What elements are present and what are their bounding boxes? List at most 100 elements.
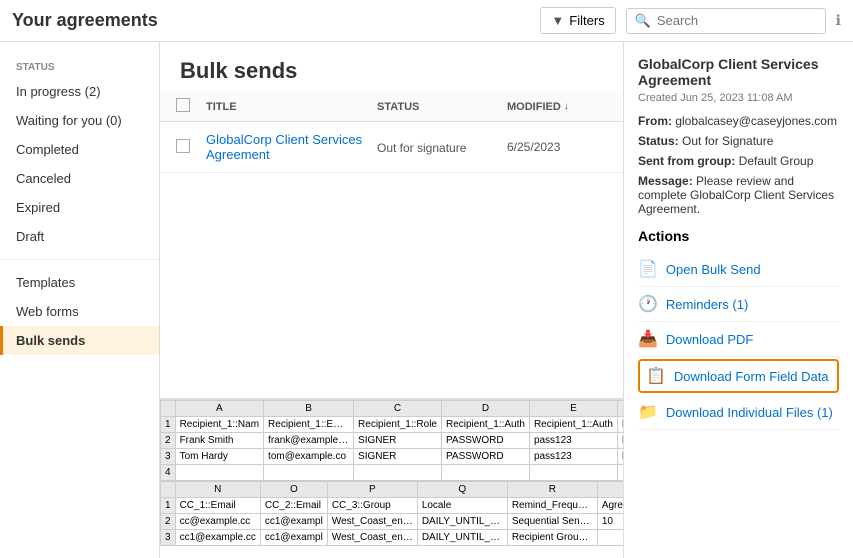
spreadsheet-row: 1Recipient_1::NamRecipient_1::EmaiRecipi… — [161, 417, 624, 433]
panel-status-value: Out for Signature — [682, 134, 773, 148]
spreadsheet-cell[interactable]: tom@example.co — [264, 449, 354, 465]
spreadsheet-bottom-cell[interactable]: cc@example.cc — [175, 514, 260, 530]
sidebar-item-templates[interactable]: Templates — [0, 268, 159, 297]
spreadsheet-bottom-cell[interactable]: Locale — [417, 498, 507, 514]
action-reminders[interactable]: 🕐Reminders (1) — [638, 287, 839, 322]
spreadsheet-bottom-cell[interactable]: DAILY_UNTIL_SIGNED — [417, 514, 507, 530]
col-header-B: B — [264, 401, 354, 417]
modified-date: 6/25/2023 — [507, 140, 560, 154]
spreadsheet-cell[interactable]: PASSWORD — [441, 449, 529, 465]
action-download-individual[interactable]: 📁Download Individual Files (1) — [638, 395, 839, 430]
right-panel: GlobalCorp Client Services Agreement Cre… — [623, 42, 853, 558]
sidebar-item-canceled[interactable]: Canceled — [0, 164, 159, 193]
row-checkbox[interactable] — [176, 139, 190, 153]
panel-sent-from: Sent from group: Default Group — [638, 154, 839, 168]
spreadsheet-cell[interactable]: pass123 — [529, 433, 617, 449]
agreement-title-link[interactable]: GlobalCorp Client Services Agreement — [206, 132, 362, 162]
download-form-field-label: Download Form Field Data — [674, 369, 829, 384]
header-checkbox[interactable] — [176, 98, 190, 112]
spreadsheet-cell[interactable] — [441, 465, 529, 481]
spreadsheet-bottom-cell[interactable] — [597, 530, 623, 546]
modified-cell: 6/25/2023 — [507, 140, 607, 154]
agreement-title-cell: GlobalCorp Client Services Agreement — [206, 132, 377, 162]
filter-button[interactable]: ▼ Filters — [540, 7, 615, 34]
spreadsheet-cell[interactable]: Recipient_1::Role — [354, 417, 442, 433]
sidebar-item-webforms[interactable]: Web forms — [0, 297, 159, 326]
col-status-header: STATUS — [377, 101, 507, 113]
action-download-pdf[interactable]: 📥Download PDF — [638, 322, 839, 357]
row-num-bottom: 2 — [161, 514, 176, 530]
sidebar-status-label: STATUS — [0, 54, 159, 77]
header-check — [176, 98, 206, 115]
row-num: 2 — [161, 433, 176, 449]
spreadsheet-cell[interactable]: SIGNER — [354, 433, 442, 449]
col-header-bottom-P: P — [327, 482, 417, 498]
spreadsheet-bottom-cell[interactable]: West_Coast_en_US — [327, 514, 417, 530]
spreadsheet-cell[interactable]: Tom Hardy — [175, 449, 263, 465]
center-content: Bulk sends TITLE STATUS MODIFIED ↓ — [160, 42, 623, 558]
sidebar-item-waiting[interactable]: Waiting for you (0) — [0, 106, 159, 135]
action-download-form-field[interactable]: 📋Download Form Field Data — [638, 359, 839, 393]
reminders-icon: 🕐 — [638, 294, 658, 314]
actions-list: 📄 Open Bulk Send 🕐Reminders (1)📥Download P… — [638, 252, 839, 430]
row-num: 4 — [161, 465, 176, 481]
status-badge: Out for signature — [377, 141, 466, 155]
sidebar-item-expired[interactable]: Expired — [0, 193, 159, 222]
open-bulk-send-label: Open Bulk Send — [666, 262, 761, 277]
spreadsheet-cell[interactable]: PASSWORD — [441, 433, 529, 449]
spreadsheet-cell[interactable]: Recipient_1::Nam — [175, 417, 263, 433]
info-icon[interactable]: ℹ — [836, 12, 841, 29]
spreadsheet-cell[interactable]: Recipient_1::Auth — [529, 417, 617, 433]
main-layout: STATUS In progress (2) Waiting for you (… — [0, 42, 853, 558]
spreadsheet-bottom-cell[interactable]: cc1@example.cc — [175, 530, 260, 546]
spreadsheet-cell[interactable] — [354, 465, 442, 481]
row-num: 1 — [161, 417, 176, 433]
spreadsheet-bottom-cell[interactable]: Recipient Group se — [507, 530, 597, 546]
spreadsheet-bottom-cell[interactable]: CC_2::Email — [260, 498, 327, 514]
download-pdf-label: Download PDF — [666, 332, 753, 347]
sidebar-item-in-progress[interactable]: In progress (2) — [0, 77, 159, 106]
spreadsheet-bottom-cell[interactable]: CC_3::Group — [327, 498, 417, 514]
spreadsheet-row: 4 — [161, 465, 624, 481]
spreadsheet-cell[interactable]: frank@example.cc — [264, 433, 354, 449]
open-bulk-send-icon: 📄 — [638, 259, 658, 279]
filter-label: Filters — [569, 13, 604, 28]
spreadsheet-bottom-cell[interactable]: Agreement_Name — [597, 498, 623, 514]
spreadsheet-bottom-cell[interactable]: West_Coast_en_US — [327, 530, 417, 546]
spreadsheet-bottom-table: NOPQRSTUVW1CC_1::EmailCC_2::EmailCC_3::G… — [160, 481, 623, 546]
spreadsheet-bottom-row: 3cc1@example.cccc1@examplWest_Coast_en_U… — [161, 530, 624, 546]
panel-message-label: Message: — [638, 174, 693, 188]
spreadsheet-cell[interactable]: SIGNER — [354, 449, 442, 465]
spreadsheet-bottom-cell[interactable]: cc1@exampl — [260, 530, 327, 546]
table-header: TITLE STATUS MODIFIED ↓ — [160, 92, 623, 122]
sidebar-item-draft[interactable]: Draft — [0, 222, 159, 251]
search-input[interactable] — [657, 13, 797, 28]
col-header-bottom-O: O — [260, 482, 327, 498]
spreadsheet-bottom-cell[interactable]: DAILY_UNTIL_SIGNED — [417, 530, 507, 546]
action-open-bulk-send[interactable]: 📄 Open Bulk Send — [638, 252, 839, 287]
sidebar-item-completed[interactable]: Completed — [0, 135, 159, 164]
spreadsheet-cell[interactable] — [175, 465, 263, 481]
sort-icon[interactable]: ↓ — [564, 101, 569, 112]
spreadsheet-cell[interactable]: Recipient_1::Emai — [264, 417, 354, 433]
agreements-table: TITLE STATUS MODIFIED ↓ GlobalCorp Clien… — [160, 92, 623, 398]
spreadsheet-bottom-cell[interactable]: Sequential Send - s — [507, 514, 597, 530]
spreadsheet-cell[interactable] — [529, 465, 617, 481]
spreadsheet-bottom-cell[interactable]: Remind_Frequency — [507, 498, 597, 514]
spreadsheet-bottom-cell[interactable]: 10 — [597, 514, 623, 530]
spreadsheet-cell[interactable]: pass123 — [529, 449, 617, 465]
panel-sent-from-label: Sent from group: — [638, 154, 735, 168]
row-num-bottom: 3 — [161, 530, 176, 546]
col-header-C: C — [354, 401, 442, 417]
sidebar-item-bulksends[interactable]: Bulk sends — [0, 326, 159, 355]
panel-message: Message: Please review and complete Glob… — [638, 174, 839, 216]
spreadsheet-bottom-cell[interactable]: cc1@exampl — [260, 514, 327, 530]
spreadsheet-cell[interactable]: Recipient_1::Auth — [441, 417, 529, 433]
spreadsheet-row: 2Frank Smithfrank@example.ccSIGNERPASSWO… — [161, 433, 624, 449]
spreadsheet-cell[interactable] — [264, 465, 354, 481]
panel-status: Status: Out for Signature — [638, 134, 839, 148]
spreadsheet-cell[interactable]: Frank Smith — [175, 433, 263, 449]
spreadsheet-preview: ABCDEFGHIJK1Recipient_1::NamRecipient_1:… — [160, 398, 623, 558]
spreadsheet-bottom-cell[interactable]: CC_1::Email — [175, 498, 260, 514]
row-num: 3 — [161, 449, 176, 465]
